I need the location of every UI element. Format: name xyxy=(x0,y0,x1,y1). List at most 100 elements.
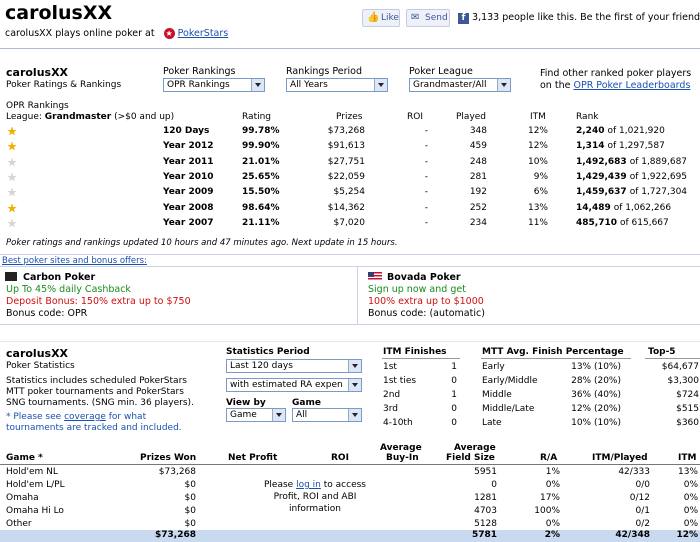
col-rating: Rating xyxy=(242,112,272,122)
login-prefix: Please xyxy=(264,480,294,490)
game-field: 0 xyxy=(491,480,497,490)
rank-of: of 1,922,695 xyxy=(629,171,688,182)
offer-divider xyxy=(357,266,358,324)
star-icon: ★ xyxy=(7,216,17,230)
carbon-name: Carbon Poker xyxy=(23,272,96,283)
chevron-down-icon xyxy=(374,79,387,91)
poker-rankings-select[interactable]: OPR Rankings xyxy=(163,78,265,92)
itm-label: 4-10th xyxy=(383,418,413,428)
poker-league-select[interactable]: Grandmaster/All xyxy=(409,78,511,92)
avg-label: Early/Middle xyxy=(482,376,538,386)
coverage-link[interactable]: coverage xyxy=(64,412,106,422)
login-line2: Profit, ROI and ABI xyxy=(273,492,357,502)
rankings-period-select[interactable]: All Years xyxy=(286,78,388,92)
avg-value: 36% (40%) xyxy=(571,390,621,400)
game-itmp: 0/2 xyxy=(635,519,650,529)
game-table-rule xyxy=(0,464,700,465)
opr-leaderboards-link[interactable]: OPR Poker Leaderboards xyxy=(573,80,690,91)
bovada-line1: Sign up now and get xyxy=(368,284,466,295)
itm-label: 3rd xyxy=(383,404,398,414)
gh-buyin-2: Buy-In xyxy=(386,453,419,463)
bovada-name: Bovada Poker xyxy=(387,272,461,283)
gh-ra: R/A xyxy=(540,453,558,463)
poker-rankings-label: Poker Rankings xyxy=(163,66,236,77)
total-itmp: 42/348 xyxy=(615,530,650,540)
carbon-line2: Deposit Bonus: 150% extra up to $750 xyxy=(6,296,191,307)
row-played: 248 xyxy=(469,156,487,167)
login-notice: Please log in to access Profit, ROI and … xyxy=(255,479,375,515)
stats-subtitle: Poker Statistics xyxy=(6,361,75,371)
game-total-row: $73,268 5781 2% 42/348 12% xyxy=(0,530,700,542)
game-field: 5951 xyxy=(474,467,497,477)
col-prizes: Prizes xyxy=(336,112,363,122)
game-ra: 1% xyxy=(545,467,560,477)
login-suffix: to access xyxy=(323,480,366,490)
carbon-line1: Up To 45% daily Cashback xyxy=(6,284,131,295)
row-prizes: $7,020 xyxy=(333,217,366,228)
poker-league-value: Grandmaster/All xyxy=(413,80,487,90)
total-itm: 12% xyxy=(676,530,698,540)
itm-label: 1st xyxy=(383,362,397,372)
game-prizes: $0 xyxy=(184,519,196,529)
rank-of: of 1,062,266 xyxy=(613,202,672,213)
ratings-row: ★ ★ ★ ★ ★ ★ ★ ★ ★ ★ Year 2011 21.01% $27,751-248 10% 1… xyxy=(0,157,700,169)
rank-of: of 1,889,687 xyxy=(629,156,688,167)
star-icon: ★ xyxy=(7,155,17,169)
game-name: Hold'em L/PL xyxy=(6,480,65,490)
pokerstars-icon: ★ xyxy=(163,28,175,39)
fb-like-button[interactable]: 👍 Like xyxy=(362,9,400,27)
facebook-icon: f xyxy=(458,13,469,24)
ra-expense-select[interactable]: with estimated RA expen xyxy=(226,378,362,392)
gh-field-1: Average xyxy=(454,443,496,453)
game-label: Game xyxy=(292,398,321,408)
note-suffix: for what xyxy=(108,412,147,422)
avg-label: Middle/Late xyxy=(482,404,535,414)
row-itm: 12% xyxy=(527,141,548,152)
gh-buyin-1: Average xyxy=(380,443,422,453)
game-name: Omaha xyxy=(6,493,39,503)
top5-value: $3,300 xyxy=(667,376,700,386)
itm-value: 0 xyxy=(451,404,457,414)
itm-value: 1 xyxy=(451,362,457,372)
game-select[interactable]: All xyxy=(292,408,362,422)
gh-roi: ROI xyxy=(331,453,349,463)
top5-underline xyxy=(645,358,700,359)
rank-number: 1,314 xyxy=(576,141,605,152)
top5-value: $360 xyxy=(676,418,699,428)
row-rank: 1,459,637 of 1,727,304 xyxy=(576,187,687,197)
game-ra: 0% xyxy=(545,480,560,490)
game-field: 1281 xyxy=(474,493,497,503)
game-field: 5128 xyxy=(474,519,497,529)
row-played: 281 xyxy=(469,171,487,182)
game-itmp: 0/0 xyxy=(635,480,650,490)
rankings-period-value: All Years xyxy=(290,80,328,90)
row-period: Year 2012 xyxy=(163,141,214,152)
gh-net: Net Profit xyxy=(228,453,278,463)
fb-like-count: f 3,133 people like this. Be the first o… xyxy=(458,12,700,24)
row-rating: 25.65% xyxy=(242,171,280,182)
row-rank: 485,710 of 615,667 xyxy=(576,218,669,228)
rankings-period-label: Rankings Period xyxy=(286,66,363,77)
row-prizes: $14,362 xyxy=(327,202,365,213)
row-itm: 6% xyxy=(533,187,548,198)
carbon-code: Bonus code: OPR xyxy=(6,308,88,319)
avg-finish-title: MTT Avg. Finish Percentage xyxy=(482,347,624,357)
stats-period-select[interactable]: Last 120 days xyxy=(226,359,362,373)
coverage-note-2: tournaments are tracked and included. xyxy=(6,423,182,433)
rank-number: 485,710 xyxy=(576,217,617,228)
best-sites-link[interactable]: Best poker sites and bonus offers: xyxy=(2,256,147,266)
ratings-row: ★ ★ ★ ★ ★ ★ ★ ★ ★ ★ Year 2010 25.65% $22,059-281 9% 1,… xyxy=(0,172,700,184)
row-roi: - xyxy=(424,217,428,228)
stats-desc-3: SNG tournaments. (SNG min. 36 players). xyxy=(6,398,194,408)
viewby-select[interactable]: Game xyxy=(226,408,286,422)
fb-send-button[interactable]: ✉ Send xyxy=(406,9,450,27)
gh-prizes: Prizes Won xyxy=(140,453,197,463)
login-link[interactable]: log in xyxy=(296,480,321,490)
opr-rankings-title: OPR Rankings xyxy=(6,101,69,111)
row-prizes: $5,254 xyxy=(333,187,366,198)
row-prizes: $27,751 xyxy=(327,156,365,167)
avg-value: 13% (10%) xyxy=(571,362,621,372)
star-icon: ★ xyxy=(7,140,17,154)
pokerstars-link[interactable]: PokerStars xyxy=(178,28,229,39)
row-roi: - xyxy=(424,141,428,152)
